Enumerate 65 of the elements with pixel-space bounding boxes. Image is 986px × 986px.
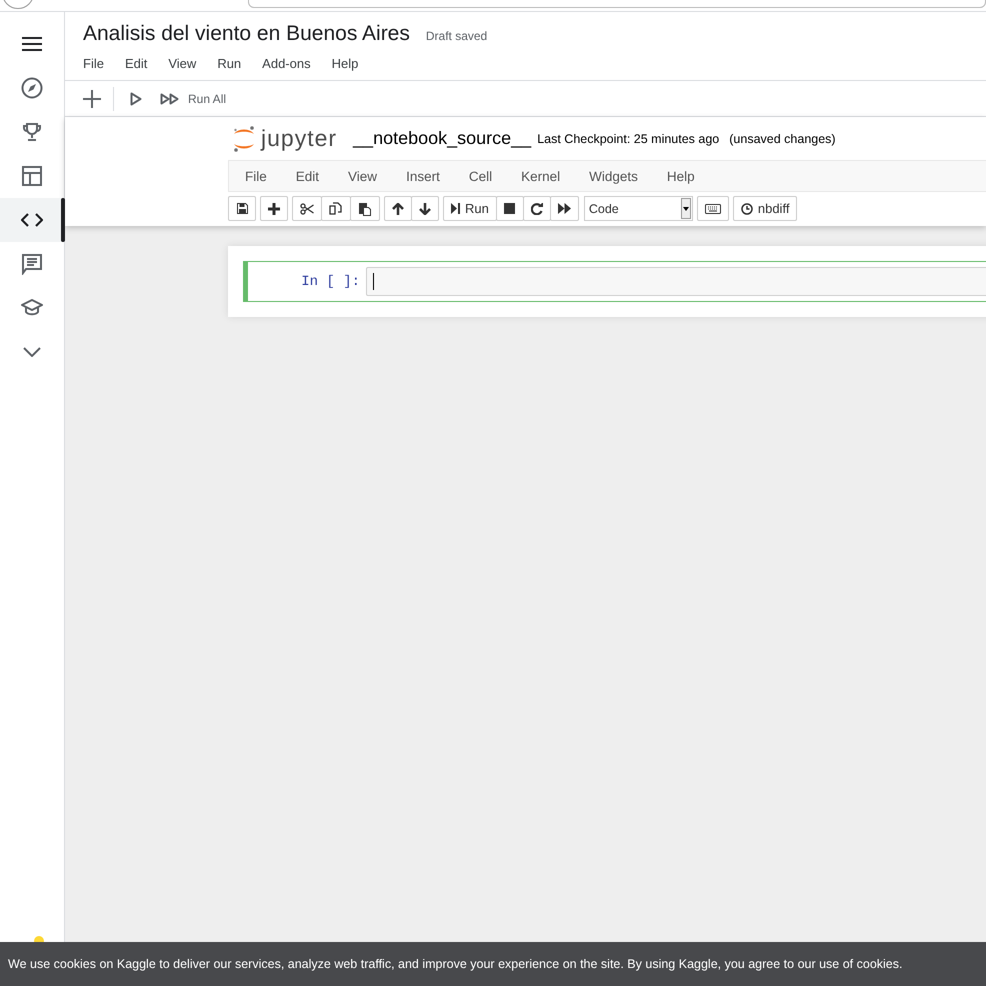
fast-forward-icon — [558, 203, 571, 214]
unsaved-status: (unsaved changes) — [729, 132, 836, 146]
double-play-icon — [160, 92, 180, 104]
paste-button[interactable] — [350, 196, 380, 221]
sidebar-item[interactable] — [0, 198, 64, 242]
menu-item[interactable]: Kernel — [509, 168, 572, 184]
run-all-button[interactable]: Run All — [160, 92, 226, 106]
input-prompt: In [ ]: — [300, 274, 361, 290]
code-input-field[interactable] — [366, 267, 986, 296]
notebook-name[interactable]: __notebook_source__ — [353, 128, 532, 149]
step-icon — [451, 203, 460, 214]
arrow-up-icon — [392, 202, 404, 214]
menu-item[interactable]: Help — [654, 168, 707, 184]
clock-icon — [740, 202, 753, 214]
save-status: Draft saved — [426, 29, 488, 43]
copy-button[interactable] — [321, 196, 351, 221]
keyboard-icon — [704, 204, 721, 214]
arrow-down-icon — [419, 202, 431, 214]
stop-icon — [504, 203, 516, 214]
checkpoint-status: Last Checkpoint: 25 minutes ago — [537, 132, 720, 146]
trophy-icon — [22, 122, 42, 142]
move-down-button[interactable] — [411, 196, 439, 221]
menu-item[interactable]: View — [168, 56, 196, 71]
cookie-message: We use cookies on Kaggle to deliver our services, analyze web traffic, and improve your experience on the site. By using Kaggle, you agree to our use of cookies. — [8, 957, 902, 971]
code-icon — [21, 213, 43, 227]
table-icon — [22, 166, 42, 186]
scissors-icon — [300, 202, 314, 214]
save-button[interactable] — [228, 196, 256, 221]
cut-button[interactable] — [292, 196, 322, 221]
save-icon — [236, 203, 248, 214]
menu-item[interactable]: View — [336, 168, 390, 184]
menu-item[interactable]: Run — [217, 56, 242, 71]
menu-item[interactable]: Cell — [456, 168, 504, 184]
restart-run-all-button[interactable] — [550, 196, 579, 221]
run-button[interactable] — [130, 92, 142, 106]
code-cell[interactable]: In [ ]: — [243, 261, 986, 302]
menu-item[interactable]: Edit — [284, 168, 332, 184]
menu-item[interactable]: Edit — [124, 56, 148, 71]
menu-item[interactable]: Help — [332, 56, 358, 71]
interrupt-button[interactable] — [496, 196, 524, 221]
comment-icon — [21, 253, 43, 275]
insert-cell-button[interactable] — [260, 196, 288, 221]
add-cell-button[interactable] — [83, 90, 101, 108]
menu-item[interactable]: Insert — [394, 168, 452, 184]
text-cursor — [373, 273, 374, 290]
menu-item[interactable]: File — [233, 168, 279, 184]
cell-type-dropdown[interactable]: Code — [584, 196, 693, 221]
menu-item[interactable]: Add-ons — [262, 56, 311, 71]
nbdiff-button[interactable]: nbdiff — [732, 196, 798, 221]
run-cell-button[interactable]: Run — [443, 196, 497, 221]
copy-icon — [329, 202, 343, 216]
chevron-down-icon — [23, 347, 41, 357]
plus-icon — [268, 202, 280, 214]
menu-icon — [22, 37, 42, 51]
jupyter-logo[interactable]: jupyter — [232, 124, 338, 152]
graduation-cap-icon — [21, 298, 43, 318]
notebook-title[interactable]: Analisis del viento en Buenos Aires — [83, 22, 410, 46]
paste-icon — [358, 202, 372, 216]
compass-icon — [21, 77, 43, 99]
restart-button[interactable] — [522, 196, 551, 221]
move-up-button[interactable] — [384, 196, 412, 221]
menu-item[interactable]: File — [83, 56, 104, 71]
command-palette-button[interactable] — [696, 196, 729, 221]
menu-item[interactable]: Widgets — [577, 168, 650, 184]
restart-icon — [530, 202, 543, 214]
